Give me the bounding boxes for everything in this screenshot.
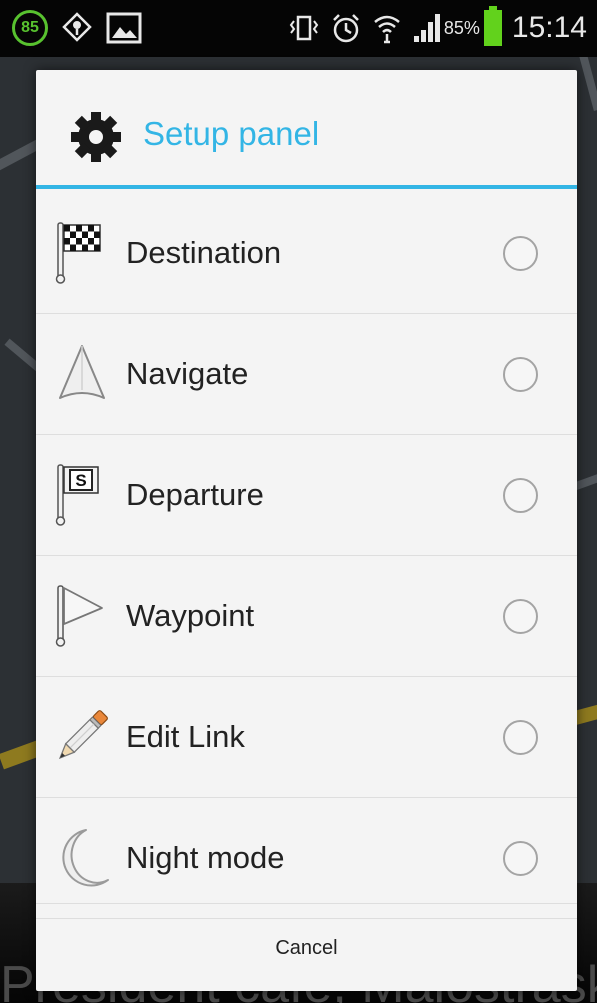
gear-icon — [71, 112, 121, 162]
status-bar-right: 85% 15:14 — [278, 6, 587, 50]
vibrate-icon — [289, 15, 319, 41]
svg-text:S: S — [75, 471, 86, 490]
dialog-title: Setup panel — [143, 115, 320, 152]
radio-button[interactable] — [503, 478, 538, 513]
status-bar-left: 85 — [12, 10, 154, 46]
cancel-button[interactable]: Cancel — [36, 903, 577, 991]
radio-button[interactable] — [503, 236, 538, 271]
option-destination[interactable]: Destination — [36, 193, 577, 314]
image-icon — [106, 12, 142, 44]
notification-count-icon: 85 — [12, 10, 48, 46]
pencil-icon — [58, 710, 108, 760]
option-departure[interactable]: S Departure — [36, 435, 577, 556]
location-icon — [62, 12, 92, 42]
option-navigate[interactable]: Navigate — [36, 314, 577, 435]
moon-icon — [62, 829, 109, 887]
signal-icon — [413, 14, 440, 42]
status-bar: 85 85% 15:14 — [0, 0, 597, 57]
alarm-icon — [333, 14, 359, 43]
option-night-mode[interactable]: Night mode — [36, 798, 577, 919]
radio-button[interactable] — [503, 720, 538, 755]
radio-button[interactable] — [503, 841, 538, 876]
clock: 15:14 — [511, 11, 587, 44]
waypoint-flag-icon — [55, 585, 103, 647]
navigation-arrow-icon — [59, 345, 105, 399]
option-label: Departure — [126, 477, 264, 512]
option-label: Waypoint — [126, 598, 255, 633]
option-edit-link[interactable]: Edit Link — [36, 677, 577, 798]
option-waypoint[interactable]: Waypoint — [36, 556, 577, 677]
start-flag-icon: S — [55, 464, 99, 526]
battery-icon — [483, 6, 502, 46]
option-label: Navigate — [126, 356, 249, 391]
radio-button[interactable] — [503, 357, 538, 392]
option-label: Edit Link — [126, 719, 245, 754]
option-label: Destination — [126, 235, 282, 270]
setup-panel-dialog: Setup panel Destination Navigate S Depar… — [36, 70, 577, 991]
radio-button[interactable] — [503, 599, 538, 634]
wifi-icon — [374, 15, 400, 44]
checkered-flag-icon — [55, 222, 101, 284]
option-label: Night mode — [126, 840, 285, 875]
battery-percent: 85% — [443, 17, 480, 38]
dialog-header: Setup panel — [36, 70, 577, 189]
